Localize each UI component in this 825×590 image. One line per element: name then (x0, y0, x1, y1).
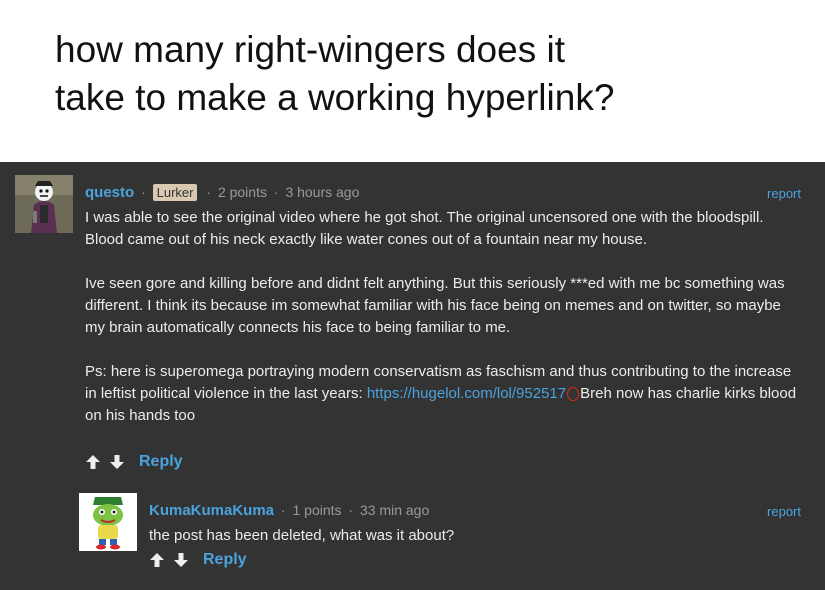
comment-body: I was able to see the original video whe… (85, 207, 805, 427)
downvote-arrow-icon[interactable] (109, 454, 125, 470)
meme-caption: how many right-wingers does it take to m… (55, 26, 795, 122)
caption-line-2: take to make a working hyperlink? (55, 77, 615, 118)
comment-paragraph: the post has been deleted, what was it a… (149, 527, 455, 544)
comment-paragraph: Ps: here is superomega portraying modern… (85, 361, 805, 427)
caption-line-1: how many right-wingers does it (55, 29, 565, 70)
upvote-arrow-icon[interactable] (85, 454, 101, 470)
downvote-arrow-icon[interactable] (173, 552, 189, 568)
reply-button[interactable]: Reply (203, 551, 247, 569)
red-circle-annotation (567, 387, 580, 401)
user-avatar-image (15, 175, 73, 233)
meta-separator: · (141, 184, 146, 200)
meta-separator: · (280, 502, 286, 518)
avatar[interactable] (79, 493, 137, 551)
comment-actions: Reply (149, 551, 247, 569)
comment-meta: questo · Lurker · 2 points · 3 hours ago (85, 184, 359, 201)
comment-points: 2 points (217, 184, 267, 200)
comment-actions: Reply (85, 453, 183, 471)
avatar[interactable] (15, 175, 73, 233)
comment-author[interactable]: questo (85, 184, 134, 201)
reply-button[interactable]: Reply (139, 453, 183, 471)
comment-meta: KumaKumaKuma · 1 points · 33 min ago (149, 502, 429, 519)
comment-time: 3 hours ago (285, 184, 360, 200)
report-link[interactable]: report (767, 504, 801, 519)
meta-separator: · (273, 184, 279, 200)
comment-time: 33 min ago (359, 502, 430, 518)
meta-separator: · (206, 184, 212, 200)
user-avatar-image (79, 493, 137, 551)
comment-hyperlink[interactable]: https://hugelol.com/lol/952517 (367, 385, 566, 402)
comment-points: 1 points (292, 502, 342, 518)
comment-paragraph: Ive seen gore and killing before and did… (85, 275, 785, 336)
comment-author[interactable]: KumaKumaKuma (149, 502, 274, 519)
comment-body: the post has been deleted, what was it a… (149, 525, 799, 547)
user-badge: Lurker (152, 184, 198, 201)
meta-separator: · (348, 502, 354, 518)
report-link[interactable]: report (767, 186, 801, 201)
upvote-arrow-icon[interactable] (149, 552, 165, 568)
comment-thread: questo · Lurker · 2 points · 3 hours ago… (0, 162, 825, 590)
comment-paragraph: I was able to see the original video whe… (85, 209, 764, 248)
